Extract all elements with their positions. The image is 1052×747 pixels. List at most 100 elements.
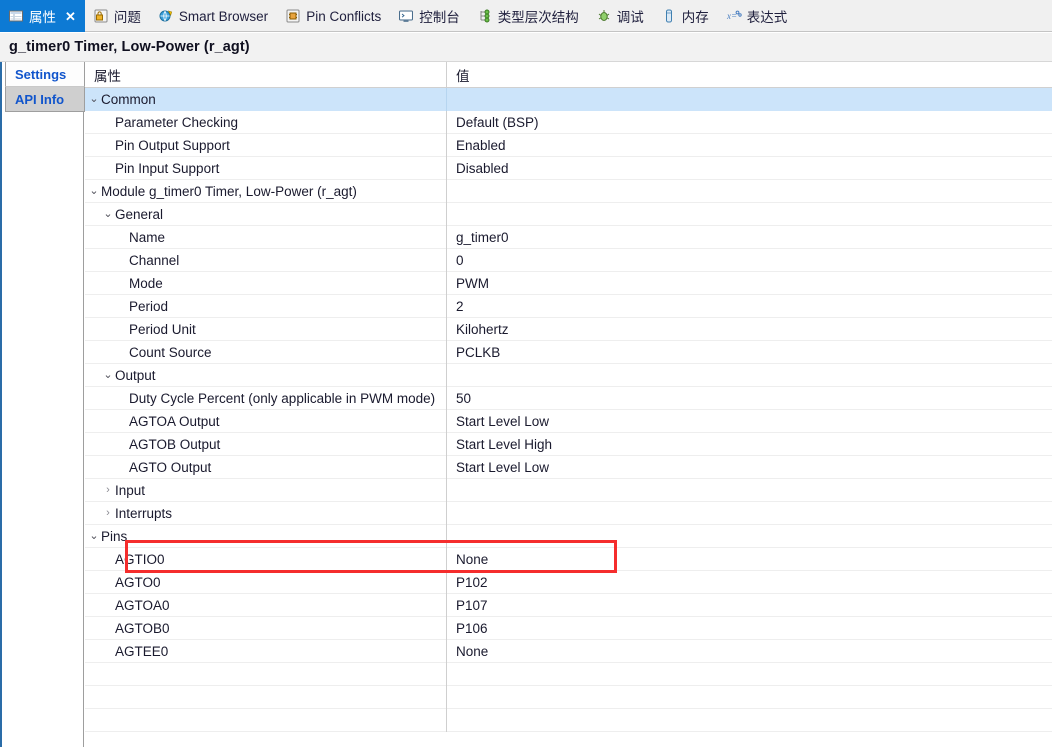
table-row[interactable]: Name g_timer0 [85,225,1052,249]
debug-icon [596,8,612,24]
property-cell [85,709,446,732]
table-row[interactable]: AGTEE0 None [85,639,1052,663]
side-tab-api-info[interactable]: API Info [5,87,85,112]
view-tab-0[interactable]: 属性 ✕ [0,0,85,32]
table-row[interactable]: Period 2 [85,294,1052,318]
property-cell: AGTOB Output [85,433,446,456]
view-tab-5[interactable]: 类型层次结构 [469,0,588,32]
view-tab-3[interactable]: Pin Conflicts [277,0,390,32]
table-row[interactable]: ⌄ Output [85,363,1052,387]
value-cell[interactable]: Start Level High [446,432,1052,456]
table-row[interactable]: AGTOA Output Start Level Low [85,409,1052,433]
value-cell[interactable]: Disabled [446,156,1052,180]
value-cell[interactable]: None [446,639,1052,663]
table-row[interactable]: Mode PWM [85,271,1052,295]
property-cell: Duty Cycle Percent (only applicable in P… [85,387,446,410]
property-label: AGTO Output [129,459,212,475]
value-cell[interactable] [446,87,1052,111]
property-cell: Count Source [85,341,446,364]
property-label: AGTOA Output [129,413,220,429]
property-cell: ⌄ Output [85,364,446,387]
table-row[interactable]: AGTO Output Start Level Low [85,455,1052,479]
table-row[interactable]: ⌄ General [85,202,1052,226]
close-icon[interactable]: ✕ [65,10,76,23]
value-cell[interactable]: P106 [446,616,1052,640]
value-cell[interactable] [446,501,1052,525]
table-row[interactable]: AGTOB0 P106 [85,616,1052,640]
view-tab-label: 类型层次结构 [497,10,579,25]
value-cell[interactable]: PCLKB [446,340,1052,364]
table-row[interactable]: Pin Output Support Enabled [85,133,1052,157]
table-row[interactable]: AGTOA0 P107 [85,593,1052,617]
view-tab-8[interactable]: x= 表达式 [718,0,797,32]
table-row[interactable]: ⌄ Common [85,87,1052,111]
property-cell: ⌄ General [85,203,446,226]
value-cell[interactable]: 0 [446,248,1052,272]
table-row[interactable]: AGTIO0 None [85,547,1052,571]
property-cell: ⌄ Pins [85,525,446,548]
console-icon [398,8,414,24]
chevron-down-icon[interactable]: ⌄ [87,530,101,542]
property-label: AGTO0 [115,574,161,590]
table-row[interactable]: AGTOB Output Start Level High [85,432,1052,456]
table-row[interactable]: ⌄ Pins [85,524,1052,548]
value-cell[interactable]: 2 [446,294,1052,318]
property-cell: Period Unit [85,318,446,341]
value-cell[interactable] [446,662,1052,686]
table-row[interactable]: Pin Input Support Disabled [85,156,1052,180]
value-cell[interactable] [446,202,1052,226]
table-row[interactable]: Duty Cycle Percent (only applicable in P… [85,386,1052,410]
table-row[interactable]: Channel 0 [85,248,1052,272]
table-row[interactable]: AGTO0 P102 [85,570,1052,594]
value-cell[interactable] [446,363,1052,387]
value-cell[interactable]: P102 [446,570,1052,594]
table-row[interactable]: Period Unit Kilohertz [85,317,1052,341]
value-cell[interactable] [446,524,1052,548]
value-cell[interactable] [446,478,1052,502]
view-tab-7[interactable]: 内存 [653,0,718,32]
table-body: ⌄ Common Parameter Checking Default (BSP) Pi… [85,87,1052,732]
table-row[interactable]: › Interrupts [85,501,1052,525]
chevron-down-icon[interactable]: ⌄ [87,93,101,105]
table-row[interactable]: ⌄ Module g_timer0 Timer, Low-Power (r_agt… [85,179,1052,203]
value-cell[interactable]: g_timer0 [446,225,1052,249]
property-cell: ⌄ Module g_timer0 Timer, Low-Power (r_agt… [85,180,446,203]
value-cell[interactable] [446,179,1052,203]
chevron-down-icon[interactable]: ⌄ [101,369,115,381]
value-cell[interactable] [446,685,1052,709]
value-cell[interactable]: None [446,547,1052,571]
value-cell[interactable]: Start Level Low [446,455,1052,479]
value-cell[interactable]: Start Level Low [446,409,1052,433]
chevron-right-icon[interactable]: › [101,507,115,519]
table-row[interactable]: Parameter Checking Default (BSP) [85,110,1052,134]
table-row[interactable]: › Input [85,478,1052,502]
value-cell[interactable]: Default (BSP) [446,110,1052,134]
value-cell[interactable]: Enabled [446,133,1052,157]
value-cell[interactable]: P107 [446,593,1052,617]
chevron-down-icon[interactable]: ⌄ [87,185,101,197]
property-label: Channel [129,252,180,268]
value-cell[interactable]: 50 [446,386,1052,410]
column-header-property[interactable]: 属性 [85,62,446,87]
property-label: Count Source [129,344,212,360]
view-tab-label: Pin Conflicts [306,8,382,24]
table-row[interactable] [85,685,1052,709]
property-cell: AGTO Output [85,456,446,479]
view-tab-6[interactable]: 调试 [588,0,653,32]
value-cell[interactable]: PWM [446,271,1052,295]
view-tab-4[interactable]: 控制台 [390,0,469,32]
table-row[interactable] [85,662,1052,686]
value-cell[interactable]: Kilohertz [446,317,1052,341]
table-row[interactable] [85,708,1052,732]
value-cell[interactable] [446,708,1052,732]
chevron-down-icon[interactable]: ⌄ [101,208,115,220]
view-tab-1[interactable]: 问题 [85,0,150,32]
property-label: Pin Output Support [115,137,230,153]
side-tab-settings[interactable]: Settings [5,62,85,87]
view-tab-bar: 属性 ✕ 问题 Smart Browser Pin Conflicts 控制台 类型层次结构… [0,0,1052,32]
table-row[interactable]: Count Source PCLKB [85,340,1052,364]
column-header-value[interactable]: 值 [446,62,1052,87]
property-cell: Parameter Checking [85,111,446,134]
chevron-right-icon[interactable]: › [101,484,115,496]
view-tab-2[interactable]: Smart Browser [150,0,277,32]
